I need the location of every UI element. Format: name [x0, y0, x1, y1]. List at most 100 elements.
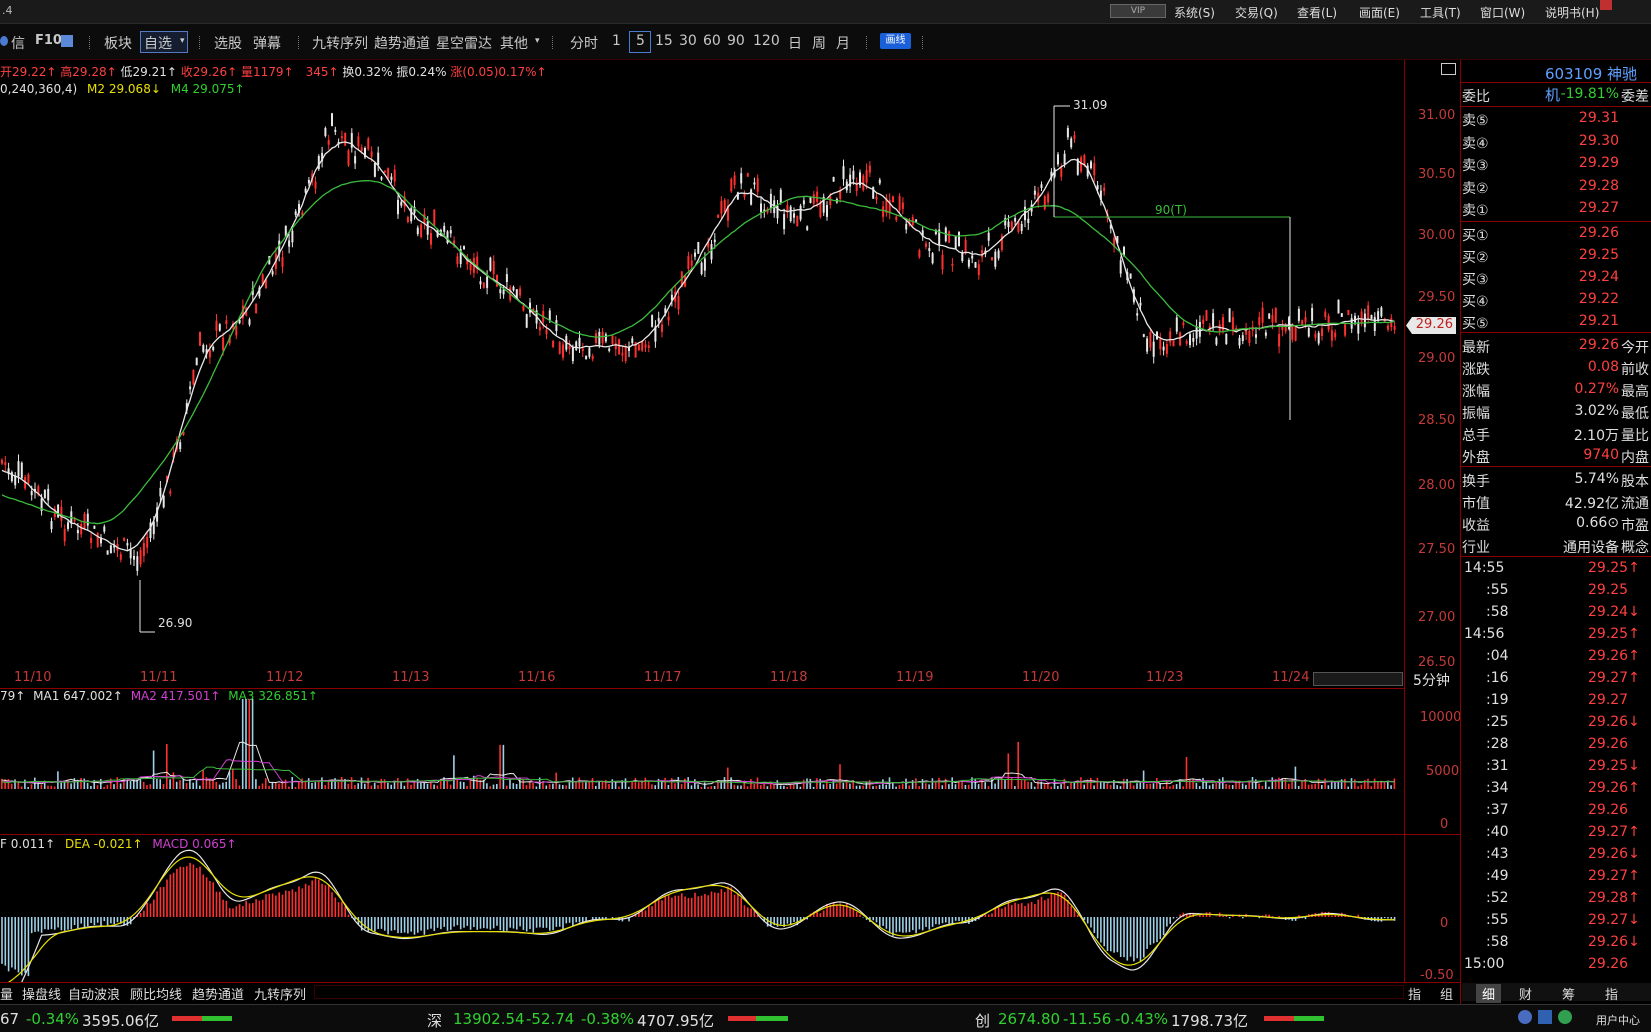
tab-auto-wave[interactable]: 自动波浪 [68, 984, 120, 1003]
menu-tools[interactable]: 工具(T) [1420, 4, 1461, 21]
volume-bar [489, 786, 491, 789]
tab-indicator[interactable]: 指 [1605, 984, 1618, 1003]
macd-bar [387, 917, 389, 935]
draw-line-button[interactable]: 画线 [880, 33, 911, 49]
period-60[interactable]: 60 [703, 33, 721, 49]
tab-group[interactable]: 组 [1440, 984, 1453, 1003]
toolbar-trend-channel[interactable]: 趋势通道 [374, 33, 430, 53]
menu-system[interactable]: 系统(S) [1174, 4, 1215, 21]
candle-body [1103, 187, 1106, 192]
macd-bar [1159, 917, 1162, 940]
toolbar-star-radar[interactable]: 星空雷达 [436, 33, 492, 53]
candle-body [548, 310, 551, 321]
macd-bar [162, 887, 165, 917]
volume-bar [169, 779, 171, 789]
toolbar-separator [922, 36, 924, 49]
macd-bar [575, 917, 577, 923]
tick-price: 29.26↓ [1588, 714, 1640, 730]
candle-body [1373, 317, 1376, 332]
maximize-icon[interactable] [1441, 63, 1456, 75]
toolbar-other[interactable]: 其他 [500, 33, 528, 53]
window-icon[interactable] [61, 35, 73, 47]
network-icon[interactable] [1518, 1010, 1532, 1024]
tab-detail[interactable]: 细 [1476, 984, 1502, 1003]
tab-chips[interactable]: 筹 [1562, 984, 1575, 1003]
candle-body [215, 320, 218, 331]
message-icon[interactable] [1538, 1010, 1552, 1024]
tick-row: :04 29.26↑ [1462, 646, 1651, 668]
period-month[interactable]: 月 [836, 33, 850, 53]
volume-bar [835, 783, 838, 789]
macd-bar [661, 900, 663, 917]
period-120[interactable]: 120 [753, 33, 780, 49]
candle-body [218, 324, 221, 331]
toolbar-nine-turn[interactable]: 九转序列 [312, 33, 368, 53]
tab-volume[interactable]: 量 [0, 984, 13, 1003]
tab-finance[interactable]: 财 [1519, 984, 1532, 1003]
candle-body [977, 264, 980, 276]
macd-bar [169, 874, 172, 917]
tab-trading-line[interactable]: 操盘线 [22, 984, 61, 1003]
menu-screen[interactable]: 画面(E) [1359, 4, 1400, 21]
period-15[interactable]: 15 [655, 33, 673, 49]
candle-body [641, 341, 644, 351]
window-title: .4 [2, 4, 13, 17]
sell-level-value: 29.28 [1578, 177, 1619, 194]
candlestick-chart[interactable] [0, 60, 1404, 688]
candle-body [360, 147, 363, 151]
tab-index[interactable]: 指 [1408, 984, 1421, 1003]
volume-chart[interactable] [0, 689, 1404, 834]
info-icon[interactable] [0, 36, 8, 46]
menu-window[interactable]: 窗口(W) [1480, 4, 1525, 21]
user-center-link[interactable]: 用户中心 [1596, 1012, 1640, 1028]
close-icon[interactable] [1600, 0, 1612, 10]
volume-bar [674, 783, 676, 789]
candle-body [1215, 337, 1218, 345]
menu-view[interactable]: 查看(L) [1297, 4, 1337, 21]
quote-stat-value: 3.02% [1574, 403, 1619, 419]
candle-body [430, 233, 432, 245]
tab-gmma[interactable]: 顾比均线 [130, 984, 182, 1003]
candle-body [703, 258, 706, 271]
vip-badge[interactable]: VIP [1110, 4, 1166, 18]
volume-bar [859, 785, 861, 789]
volume-bar [796, 783, 798, 789]
toolbar-info[interactable]: 信 [11, 33, 25, 53]
period-1[interactable]: 1 [612, 33, 621, 49]
macd-bar [948, 917, 950, 924]
volume-bar [875, 785, 878, 789]
fundamental-stat-value: 通用设备 [1563, 540, 1619, 556]
period-day[interactable]: 日 [788, 33, 802, 53]
tick-price: 29.24↓ [1588, 604, 1640, 620]
candle-body [390, 176, 393, 180]
macd-bar [509, 917, 511, 928]
volume-bar [532, 782, 534, 789]
macd-bar [651, 906, 653, 917]
toolbar-stock-pick[interactable]: 选股 [214, 33, 242, 53]
macd-bar [720, 889, 723, 917]
period-5[interactable]: 5 [636, 33, 645, 49]
tab-trend-channel[interactable]: 趋势通道 [192, 984, 244, 1003]
candle-body [354, 156, 357, 164]
macd-bar [855, 911, 858, 917]
period-week[interactable]: 周 [812, 33, 826, 53]
tab-nine-turn[interactable]: 九转序列 [254, 984, 306, 1003]
tick-time: :19 [1486, 692, 1509, 708]
macd-bar [1156, 917, 1158, 943]
macd-bar [179, 866, 181, 917]
menu-trade[interactable]: 交易(Q) [1235, 4, 1278, 21]
volume-bar [1390, 785, 1392, 789]
volume-bar [317, 781, 320, 789]
period-90[interactable]: 90 [727, 33, 745, 49]
macd-chart[interactable] [0, 835, 1404, 982]
period-30[interactable]: 30 [679, 33, 697, 49]
toolbar-f10[interactable]: F10 [35, 33, 62, 48]
refresh-icon[interactable] [1558, 1010, 1572, 1024]
macd-bar [341, 901, 343, 917]
period-minute-line[interactable]: 分时 [570, 33, 598, 53]
candle-body [1010, 221, 1013, 230]
menu-help[interactable]: 说明书(H) [1545, 4, 1599, 21]
toolbar-danmaku[interactable]: 弹幕 [253, 33, 281, 53]
toolbar-sector[interactable]: 板块 [104, 33, 132, 53]
candle-body [581, 348, 584, 352]
